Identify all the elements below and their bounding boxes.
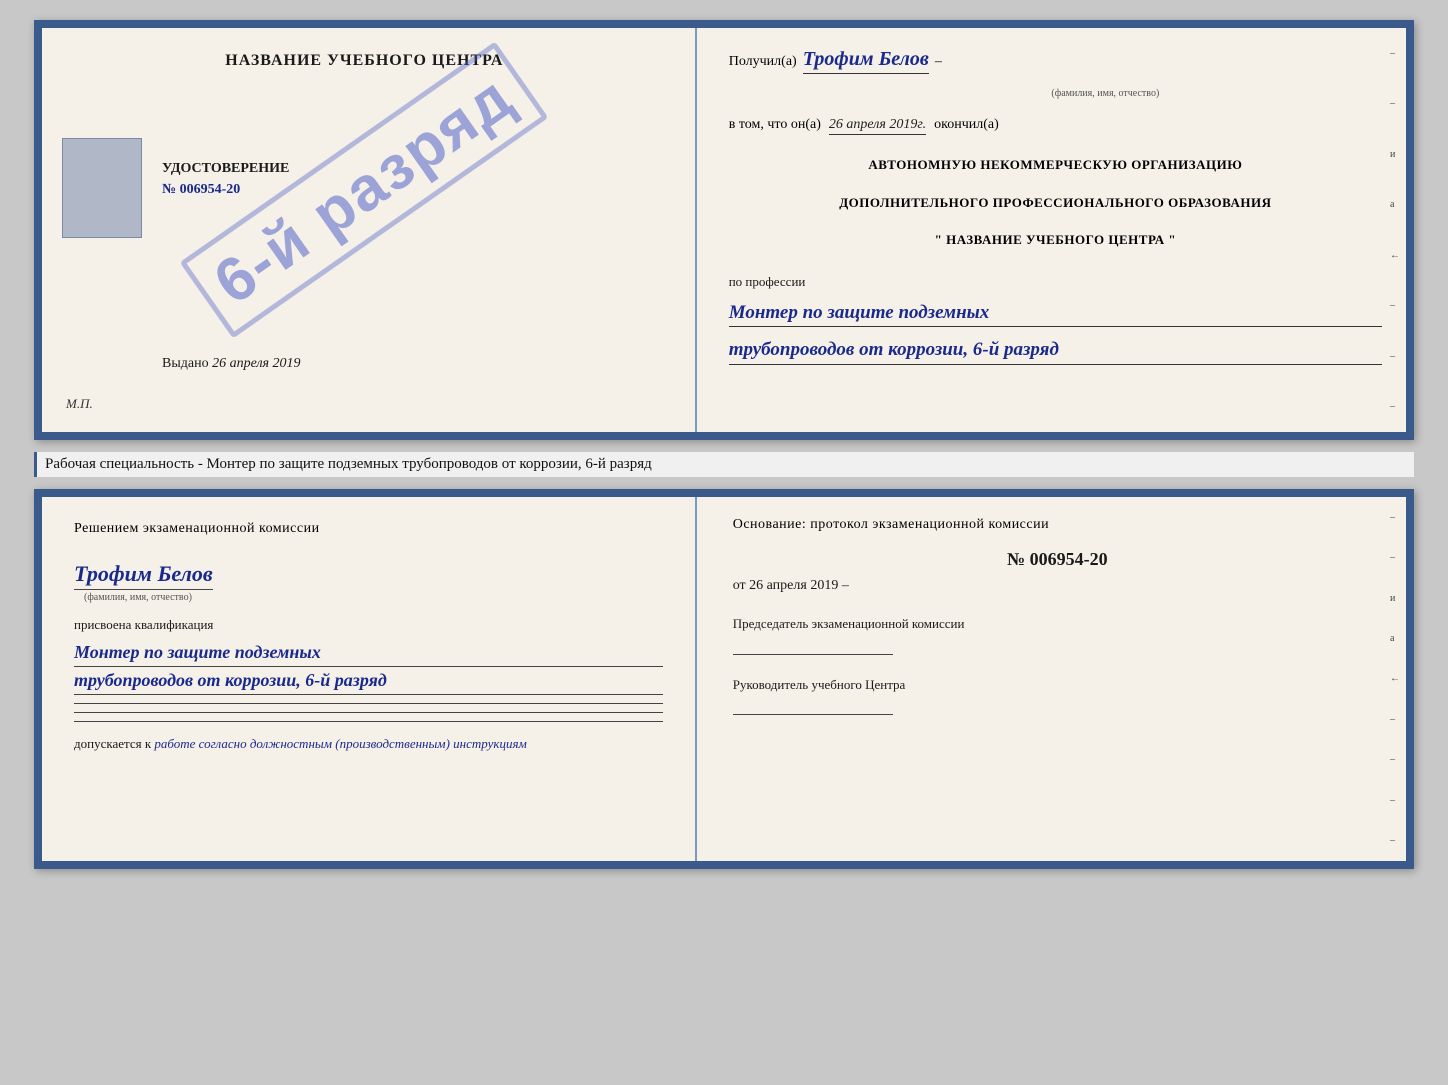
vydano-block: Выдано 26 апреля 2019 [162, 356, 301, 372]
predsedatel-block: Председатель экзаменационной комиссии [733, 614, 1382, 655]
predsedatel-label: Председатель экзаменационной комиссии [733, 614, 1382, 634]
ot-label: от [733, 578, 746, 593]
date-handwritten: 26 апреля 2019г. [829, 117, 926, 135]
fio-small-top: (фамилия, имя, отчество) [829, 88, 1382, 99]
protocol-date-value: 26 апреля 2019 [749, 578, 838, 593]
predsedatel-sig-line [733, 654, 893, 655]
osnovaniye-text: Основание: протокол экзаменационной коми… [733, 517, 1382, 533]
prisvoena-label: присвоена квалификация [74, 617, 663, 633]
udostoverenie-block: УДОСТОВЕРЕНИЕ № 006954-20 [162, 158, 289, 200]
date-line: в том, что он(а) 26 апреля 2019г. окончи… [729, 117, 1382, 135]
udostoverenie-label: УДОСТОВЕРЕНИЕ [162, 158, 289, 179]
blank-line-2 [74, 712, 663, 713]
org-line2: ДОПОЛНИТЕЛЬНОГО ПРОФЕССИОНАЛЬНОГО ОБРАЗО… [729, 193, 1382, 213]
org-line1: АВТОНОМНУЮ НЕКОММЕРЧЕСКУЮ ОРГАНИЗАЦИЮ [729, 155, 1382, 175]
vydano-date: 26 апреля 2019 [212, 356, 300, 371]
mp-label: М.П. [66, 396, 93, 412]
dopuskaetsya-block: допускается к работе согласно должностны… [74, 736, 663, 752]
decision-text: Решением экзаменационной комиссии [74, 521, 663, 537]
recipient-line: Получил(а) Трофим Белов – [729, 48, 1382, 74]
diploma-right-panel: Получил(а) Трофим Белов – (фамилия, имя,… [697, 28, 1406, 432]
profession-line2: трубопроводов от коррозии, 6-й разряд [729, 337, 1382, 365]
qualification-line2: трубопроводов от коррозии, 6-й разряд [74, 667, 663, 695]
bottom-left-panel: Решением экзаменационной комиссии Трофим… [42, 497, 697, 861]
dash-right: – [842, 578, 849, 593]
udostoverenie-number: № 006954-20 [162, 179, 289, 200]
right-edge-marks: – – и а ← – – – [1390, 28, 1400, 432]
blank-line-3 [74, 721, 663, 722]
rukovoditel-sig-line [733, 714, 893, 715]
bottom-fio-small: (фамилия, имя, отчество) [84, 592, 663, 603]
rukovoditel-label: Руководитель учебного Центра [733, 675, 1382, 695]
bottom-right-edge-marks: – – и а ← – – – – [1390, 497, 1400, 861]
qualification-line1: Монтер по защите подземных [74, 639, 663, 667]
poluchil-label: Получил(а) [729, 54, 797, 70]
bottom-right-panel: Основание: протокол экзаменационной коми… [697, 497, 1406, 861]
rukovoditel-block: Руководитель учебного Центра [733, 675, 1382, 716]
org-name: " НАЗВАНИЕ УЧЕБНОГО ЦЕНТРА " [729, 230, 1382, 250]
recipient-name: Трофим Белов [803, 48, 929, 74]
protocol-date: от 26 апреля 2019 – [733, 578, 1382, 594]
po-professii-label: по профессии [729, 274, 1382, 290]
bottom-name-handwritten: Трофим Белов [74, 561, 213, 590]
photo-placeholder [62, 138, 142, 238]
okonchil-label: окончил(а) [934, 117, 999, 133]
profession-line1: Монтер по защите подземных [729, 300, 1382, 328]
blank-line-1 [74, 703, 663, 704]
protocol-number: № 006954-20 [733, 549, 1382, 570]
dopuskaetsya-text: работе согласно должностным (производств… [154, 736, 526, 751]
dopuskaetsya-label: допускается к [74, 736, 151, 751]
vydano-label: Выдано [162, 356, 209, 371]
specialty-text: Рабочая специальность - Монтер по защите… [34, 452, 1414, 477]
bottom-certificate: Решением экзаменационной комиссии Трофим… [34, 489, 1414, 869]
diploma-certificate: НАЗВАНИЕ УЧЕБНОГО ЦЕНТРА 6-й разряд УДОС… [34, 20, 1414, 440]
diploma-left-panel: НАЗВАНИЕ УЧЕБНОГО ЦЕНТРА 6-й разряд УДОС… [42, 28, 697, 432]
v-tom-label: в том, что он(а) [729, 117, 821, 133]
